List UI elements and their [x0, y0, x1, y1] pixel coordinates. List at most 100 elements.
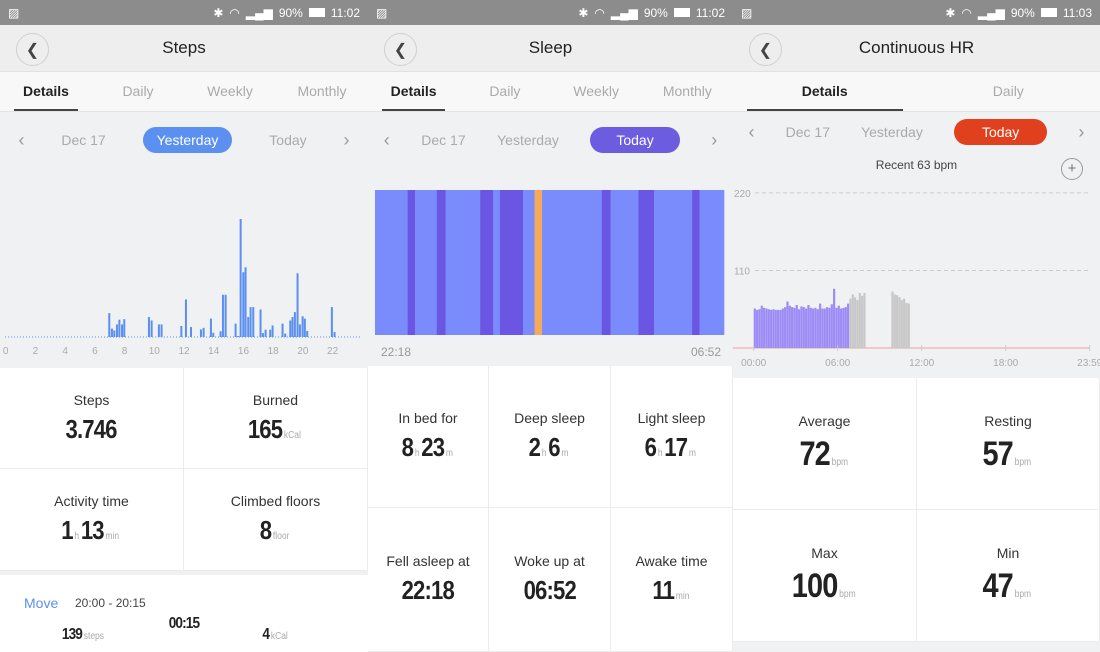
date-prev[interactable]: Dec 17 — [786, 124, 830, 140]
hr-bar — [835, 307, 838, 348]
activity-steps: 139 — [61, 626, 83, 643]
step-bar — [247, 317, 250, 337]
date-selected[interactable]: Today — [590, 127, 680, 153]
inbed-label: In bed for — [398, 410, 458, 426]
back-button[interactable]: ❮ — [749, 33, 782, 66]
zoom-in-icon[interactable]: + — [1061, 158, 1083, 180]
step-bar — [221, 294, 224, 337]
sleep-segment-light — [415, 190, 438, 335]
h-unit: h — [414, 448, 420, 459]
resting-value: 57 — [982, 435, 1014, 473]
tab-daily[interactable]: Daily — [92, 72, 184, 111]
sleep-segment-awake — [534, 190, 543, 335]
tab-details[interactable]: Details — [0, 72, 92, 111]
prev-date-arrow[interactable]: ‹ — [749, 122, 755, 143]
step-bar — [252, 307, 255, 337]
date-prev[interactable]: Dec 17 — [61, 132, 105, 148]
hr-bar — [805, 308, 808, 348]
h-unit: h — [541, 448, 547, 459]
date-prev[interactable]: Dec 17 — [421, 132, 465, 148]
back-button[interactable]: ❮ — [16, 33, 49, 66]
page-title: Steps — [162, 38, 206, 57]
tab-details[interactable]: Details — [368, 72, 459, 111]
floors-label: Climbed floors — [230, 493, 321, 509]
tab-monthly[interactable]: Monthly — [642, 72, 733, 111]
step-bar — [209, 318, 212, 337]
hr-bar — [833, 288, 836, 348]
date-next[interactable]: Today — [269, 132, 306, 148]
step-bar — [330, 307, 333, 337]
light-label: Light sleep — [637, 410, 706, 426]
x-tick-label: 10 — [149, 346, 161, 357]
hr-bar — [821, 308, 824, 348]
hr-bar — [809, 307, 812, 348]
tab-weekly[interactable]: Weekly — [184, 72, 276, 111]
tab-daily[interactable]: Daily — [917, 72, 1100, 111]
activity-record[interactable]: Move 20:00 - 20:15 139 steps 00:15 4 kCal — [0, 575, 368, 652]
step-bar — [118, 319, 121, 337]
hr-bar — [830, 304, 833, 348]
deep-hours: 2 — [528, 432, 541, 462]
date-middle[interactable]: Yesterday — [861, 124, 923, 140]
step-bar — [261, 333, 264, 337]
step-bar — [269, 329, 272, 337]
hr-bar — [795, 304, 798, 348]
sleep-segment-deep — [436, 190, 446, 335]
sleep-segment-light — [610, 190, 639, 335]
signal-icon: ▂▄▆ — [610, 5, 638, 20]
battery-text: 90% — [643, 5, 668, 20]
step-bar — [147, 317, 150, 337]
h-unit: h — [658, 448, 663, 459]
average-value: 72 — [799, 435, 830, 473]
x-tick-label: 16 — [238, 346, 250, 357]
tab-details[interactable]: Details — [733, 72, 917, 111]
step-bar — [289, 320, 292, 337]
x-tick-label: 06:00 — [825, 358, 850, 369]
x-tick-label: 6 — [92, 346, 98, 357]
gallery-icon: ▨ — [376, 5, 388, 20]
bluetooth-icon: ✱ — [945, 5, 956, 20]
step-bar — [271, 325, 274, 337]
hr-bar — [907, 303, 910, 348]
next-date-arrow[interactable]: › — [711, 130, 717, 151]
prev-date-arrow[interactable]: ‹ — [384, 130, 390, 151]
sleep-segment-deep — [638, 190, 655, 335]
hr-bar — [856, 300, 859, 348]
step-bar — [291, 317, 294, 337]
date-selected[interactable]: Today — [953, 119, 1048, 145]
step-bar — [180, 325, 183, 337]
date-middle[interactable]: Yesterday — [497, 132, 559, 148]
step-bar — [157, 324, 160, 337]
sleep-segment-light — [493, 190, 501, 335]
back-button[interactable]: ❮ — [384, 33, 417, 66]
tab-daily[interactable]: Daily — [459, 72, 550, 111]
light-minutes: 17 — [664, 432, 689, 462]
prev-date-arrow[interactable]: ‹ — [18, 130, 24, 151]
x-tick-label: 00:00 — [741, 358, 766, 369]
tab-monthly[interactable]: Monthly — [276, 72, 368, 111]
step-bar — [333, 332, 336, 337]
step-bar — [150, 320, 153, 337]
hr-bar — [807, 304, 810, 348]
sleep-segment-deep — [601, 190, 611, 335]
hr-bar — [802, 307, 805, 348]
next-date-arrow[interactable]: › — [1078, 122, 1084, 143]
clock: 11:02 — [330, 5, 360, 20]
step-bar — [281, 323, 284, 337]
hr-bar — [772, 309, 775, 348]
tab-weekly[interactable]: Weekly — [551, 72, 642, 111]
hr-bar — [814, 307, 817, 348]
sleep-end-label: 06:52 — [690, 345, 721, 359]
hr-bar — [896, 295, 899, 348]
activity-minutes: 13 — [81, 515, 105, 545]
next-date-arrow[interactable]: › — [344, 130, 350, 151]
wifi-icon: ◠ — [229, 5, 240, 20]
x-tick-label: 20 — [297, 346, 309, 357]
hr-bar — [840, 308, 843, 348]
activity-range: 20:00 - 20:15 — [75, 596, 146, 610]
step-bar — [116, 324, 119, 337]
date-selected[interactable]: Yesterday — [142, 127, 233, 153]
burned-label: Burned — [252, 391, 299, 408]
hr-bar — [767, 309, 770, 348]
hr-bar — [854, 297, 857, 348]
